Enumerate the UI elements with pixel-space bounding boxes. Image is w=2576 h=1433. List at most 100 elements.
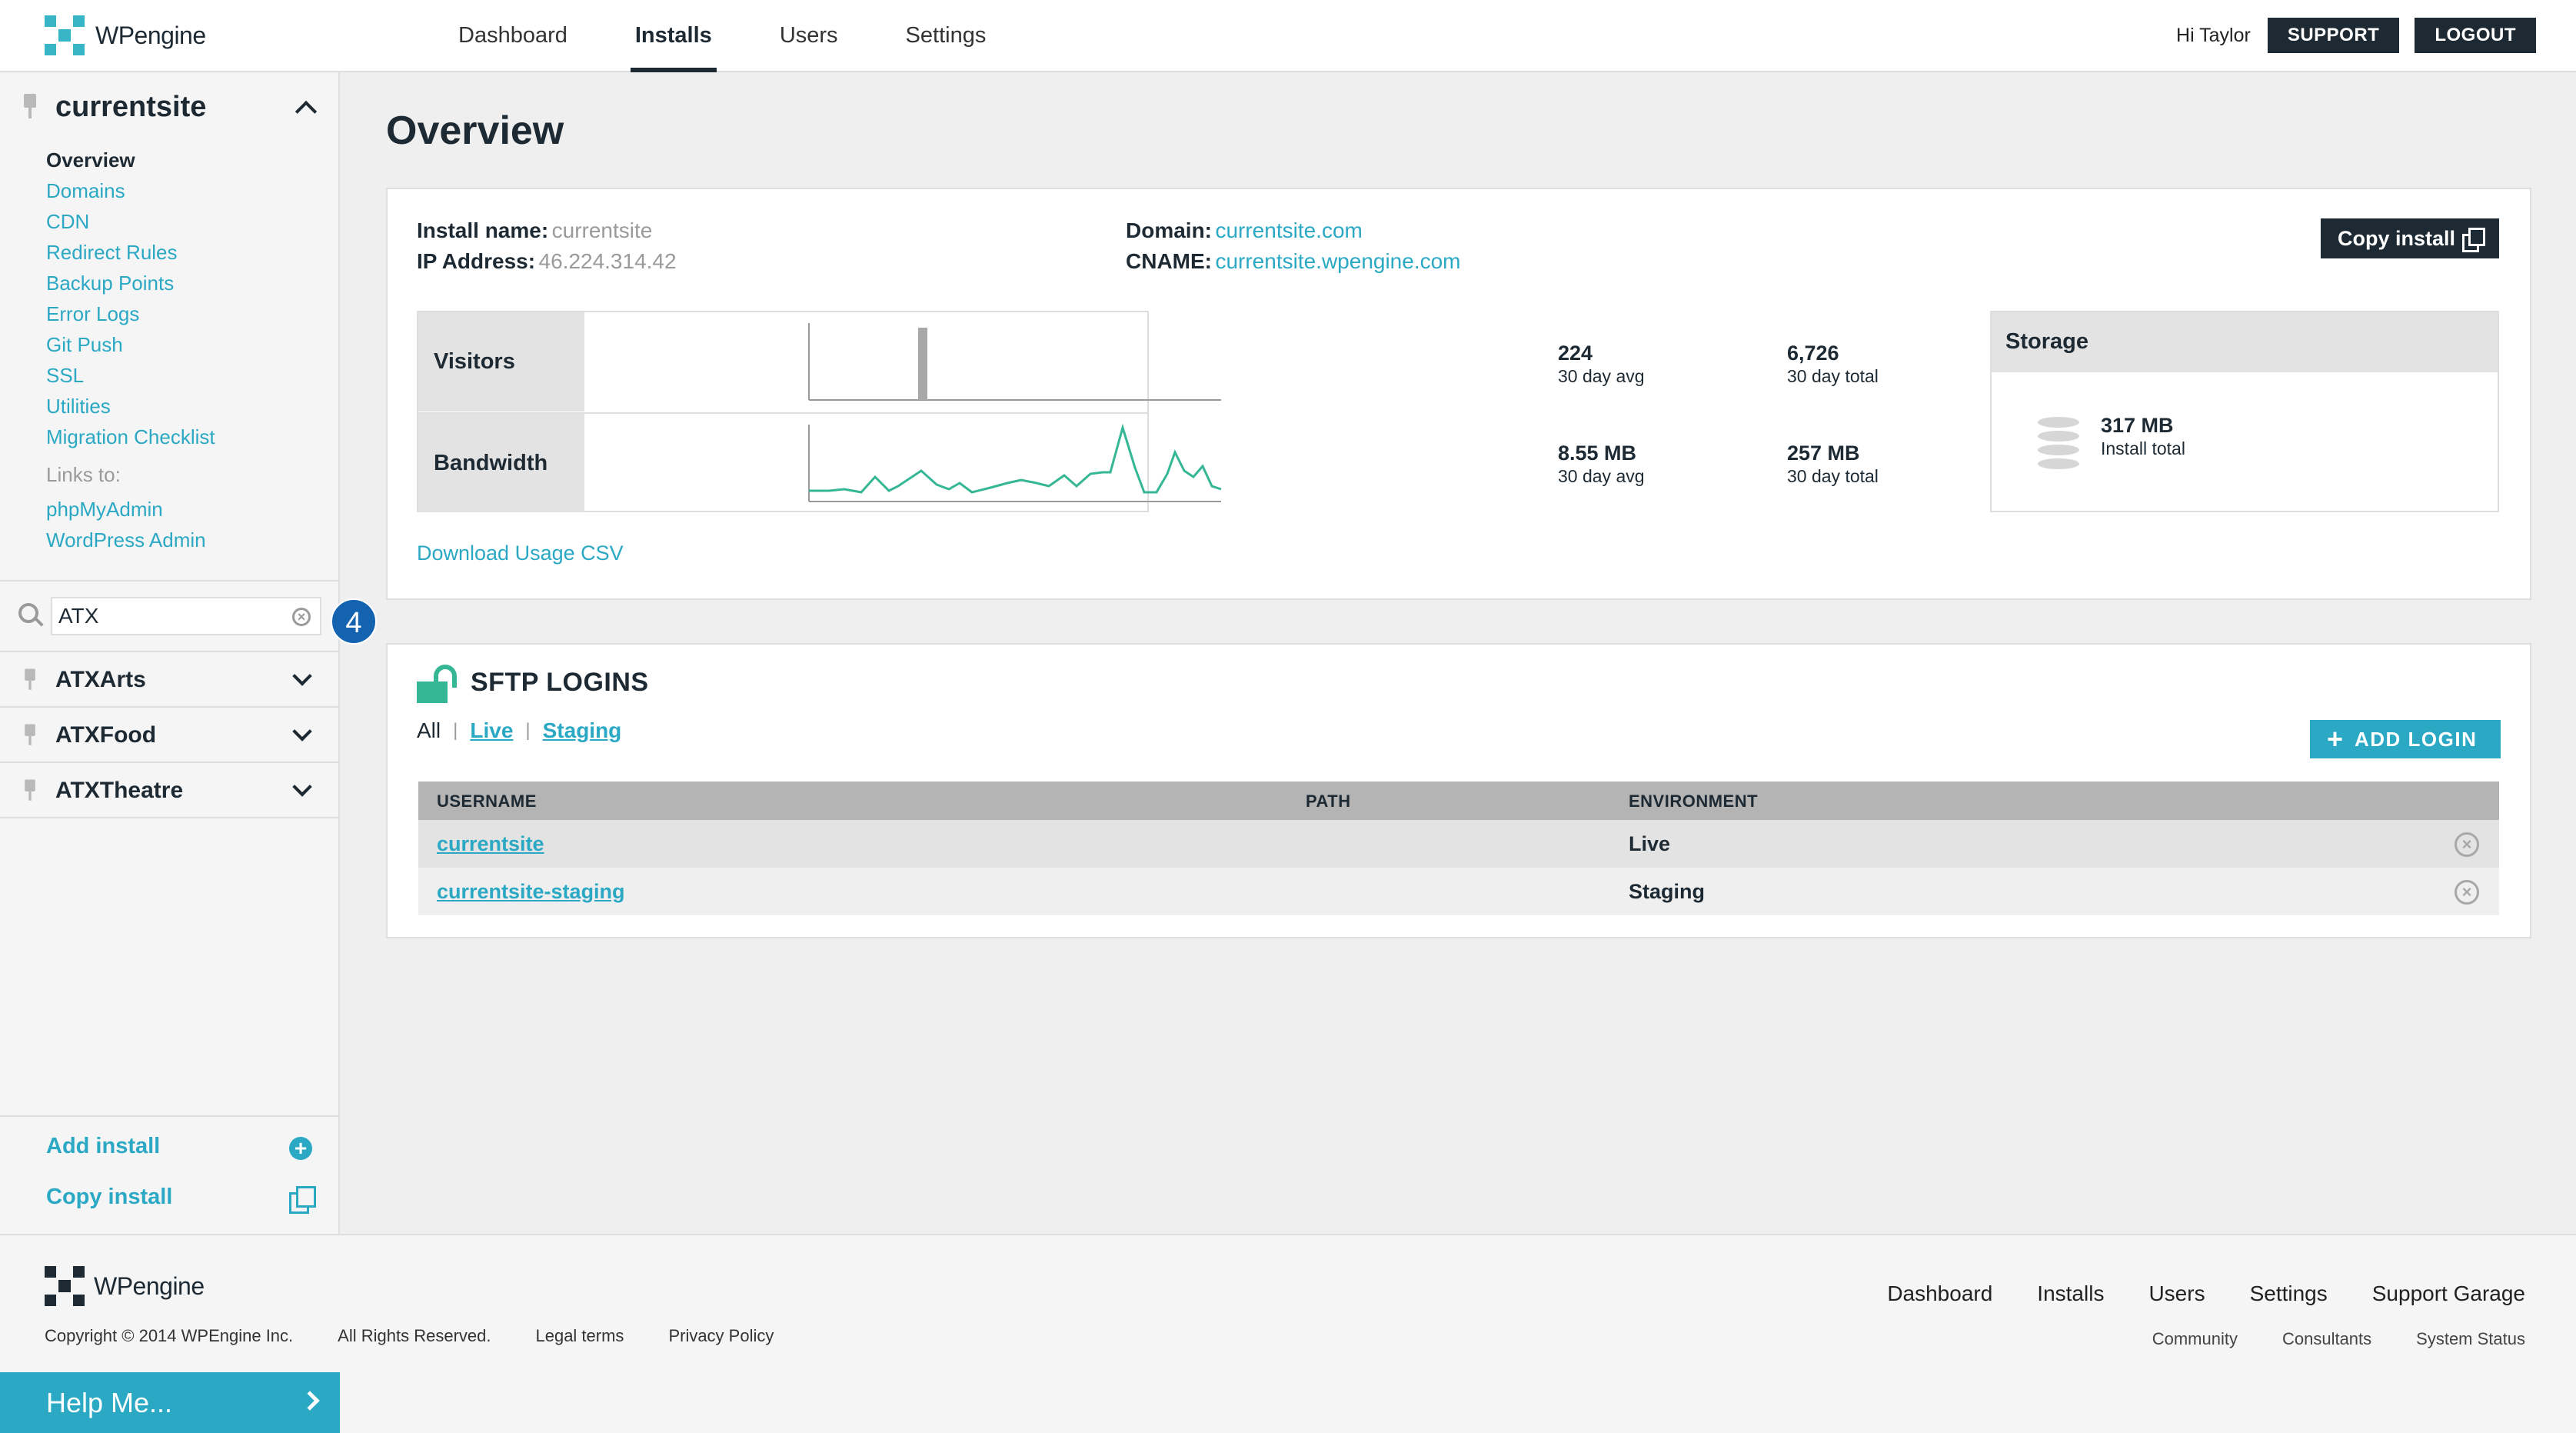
footer-secondary-nav: Community Consultants System Status <box>2152 1329 2525 1349</box>
visitors-avg-caption: 30 day avg <box>1558 366 1645 386</box>
add-login-button[interactable]: + ADD LOGIN <box>2310 720 2501 758</box>
visitors-avg-stat: 224 30 day avg <box>1558 342 1645 388</box>
footer-community-link[interactable]: Community <box>2152 1329 2238 1349</box>
install-result[interactable]: ATXArts <box>0 654 338 708</box>
sidebar-item-redirect-rules[interactable]: Redirect Rules <box>46 237 215 268</box>
step-badge: 4 <box>331 598 377 645</box>
footer-nav-dashboard[interactable]: Dashboard <box>1887 1281 1992 1306</box>
chevron-down-icon[interactable] <box>292 777 312 797</box>
visitors-avg-value: 224 <box>1558 342 1593 365</box>
nav-users[interactable]: Users <box>775 0 843 72</box>
copy-install-button[interactable]: Copy install <box>2321 218 2499 258</box>
install-result[interactable]: ATXTheatre <box>0 765 338 818</box>
column-path[interactable]: PATH <box>1306 781 1351 821</box>
visitors-total-caption: 30 day total <box>1787 366 1879 386</box>
chevron-down-icon[interactable] <box>292 721 312 741</box>
visitors-total-stat: 6,726 30 day total <box>1787 342 1879 388</box>
footer-nav-users[interactable]: Users <box>2148 1281 2205 1306</box>
footer-system-status-link[interactable]: System Status <box>2416 1329 2525 1349</box>
logout-button[interactable]: LOGOUT <box>2415 18 2536 53</box>
bandwidth-total-caption: 30 day total <box>1787 466 1879 486</box>
wpengine-logo-text: WPengine <box>94 1271 205 1300</box>
storage-card: Storage 317 MB Install total <box>1990 311 2499 512</box>
support-button[interactable]: SUPPORT <box>2267 18 2400 53</box>
top-header: WPengine Dashboard Installs Users Settin… <box>0 0 2576 72</box>
install-search: × <box>0 580 338 652</box>
help-me-button[interactable]: Help Me... <box>0 1372 340 1433</box>
footer-nav-settings[interactable]: Settings <box>2250 1281 2328 1306</box>
copy-install-link[interactable]: Copy install <box>46 1185 172 1210</box>
sidebar-item-migration-checklist[interactable]: Migration Checklist <box>46 422 215 452</box>
column-environment[interactable]: ENVIRONMENT <box>1629 781 1758 821</box>
sidebar-item-overview[interactable]: Overview <box>46 145 215 175</box>
pin-icon[interactable] <box>23 724 38 747</box>
nav-dashboard[interactable]: Dashboard <box>454 0 572 72</box>
bandwidth-avg-stat: 8.55 MB 30 day avg <box>1558 442 1645 488</box>
legal-terms-link[interactable]: Legal terms <box>535 1326 624 1346</box>
cname-label: CNAME: <box>1126 249 1212 273</box>
install-menu: Overview Domains CDN Redirect Rules Back… <box>46 145 215 452</box>
sftp-filters: All | Live | Staging <box>417 718 621 743</box>
external-links: phpMyAdmin WordPress Admin <box>46 494 206 555</box>
chevron-up-icon[interactable] <box>295 100 318 123</box>
delete-login-icon[interactable]: × <box>2455 832 2479 857</box>
link-wordpress-admin[interactable]: WordPress Admin <box>46 525 206 555</box>
chevron-right-icon <box>300 1391 320 1411</box>
add-circle-icon[interactable]: + <box>289 1137 312 1160</box>
sftp-username-link[interactable]: currentsite <box>437 820 544 868</box>
table-row: currentsite-staging Staging × <box>418 868 2499 915</box>
pin-icon[interactable] <box>23 668 38 692</box>
visitors-row: Visitors <box>418 312 1221 412</box>
copy-icon[interactable] <box>289 1186 316 1214</box>
install-search-input[interactable] <box>51 597 321 635</box>
filter-staging[interactable]: Staging <box>543 718 622 743</box>
chevron-down-icon[interactable] <box>292 666 312 686</box>
nav-installs[interactable]: Installs <box>630 0 717 72</box>
delete-login-icon[interactable]: × <box>2455 880 2479 905</box>
clear-search-icon[interactable]: × <box>292 608 311 626</box>
domain-link[interactable]: currentsite.com <box>1215 218 1362 242</box>
pin-icon[interactable] <box>22 94 38 120</box>
sftp-username-link[interactable]: currentsite-staging <box>437 868 625 915</box>
link-phpmyadmin[interactable]: phpMyAdmin <box>46 494 206 525</box>
nav-settings[interactable]: Settings <box>901 0 991 72</box>
rights-text: All Rights Reserved. <box>338 1326 491 1345</box>
add-install-link[interactable]: Add install <box>46 1134 160 1159</box>
install-result[interactable]: ATXFood <box>0 709 338 763</box>
footer-logo[interactable]: WPengine <box>45 1266 205 1306</box>
sidebar-item-domains[interactable]: Domains <box>46 175 215 206</box>
privacy-policy-link[interactable]: Privacy Policy <box>668 1326 774 1346</box>
sftp-environment: Staging <box>1629 880 1705 903</box>
filter-live[interactable]: Live <box>470 718 513 743</box>
sidebar-actions: Add install + Copy install <box>0 1115 338 1234</box>
footer-consultants-link[interactable]: Consultants <box>2282 1329 2371 1349</box>
filter-all[interactable]: All <box>417 718 441 743</box>
sidebar-item-utilities[interactable]: Utilities <box>46 391 215 422</box>
wpengine-logo-text: WPengine <box>95 21 206 49</box>
bandwidth-avg-caption: 30 day avg <box>1558 466 1645 486</box>
add-login-label: ADD LOGIN <box>2355 728 2478 751</box>
install-name-label: Install name: <box>417 218 549 242</box>
install-result-name: ATXArts <box>55 667 146 692</box>
filter-separator: | <box>525 720 531 741</box>
pin-icon[interactable] <box>23 779 38 802</box>
install-result-name: ATXTheatre <box>55 778 184 803</box>
domain-label: Domain: <box>1126 218 1212 242</box>
sidebar-item-backup-points[interactable]: Backup Points <box>46 268 215 298</box>
current-install-header[interactable]: currentsite <box>22 88 321 126</box>
sidebar-item-ssl[interactable]: SSL <box>46 360 215 391</box>
column-username[interactable]: USERNAME <box>437 781 537 821</box>
main-nav: Dashboard Installs Users Settings <box>454 0 990 72</box>
wpengine-logo[interactable]: WPengine <box>45 15 206 55</box>
user-greeting: Hi Taylor <box>2176 24 2251 46</box>
search-icon <box>18 603 38 623</box>
footer-nav-installs[interactable]: Installs <box>2037 1281 2104 1306</box>
sidebar-item-git-push[interactable]: Git Push <box>46 329 215 360</box>
visitors-sparkline <box>808 323 1221 401</box>
cname-link[interactable]: currentsite.wpengine.com <box>1215 249 1460 273</box>
footer-nav-support-garage[interactable]: Support Garage <box>2372 1281 2525 1306</box>
sidebar-item-cdn[interactable]: CDN <box>46 206 215 237</box>
sidebar-item-error-logs[interactable]: Error Logs <box>46 298 215 329</box>
help-me-label: Help Me... <box>46 1387 173 1418</box>
download-usage-csv-link[interactable]: Download Usage CSV <box>417 542 624 565</box>
